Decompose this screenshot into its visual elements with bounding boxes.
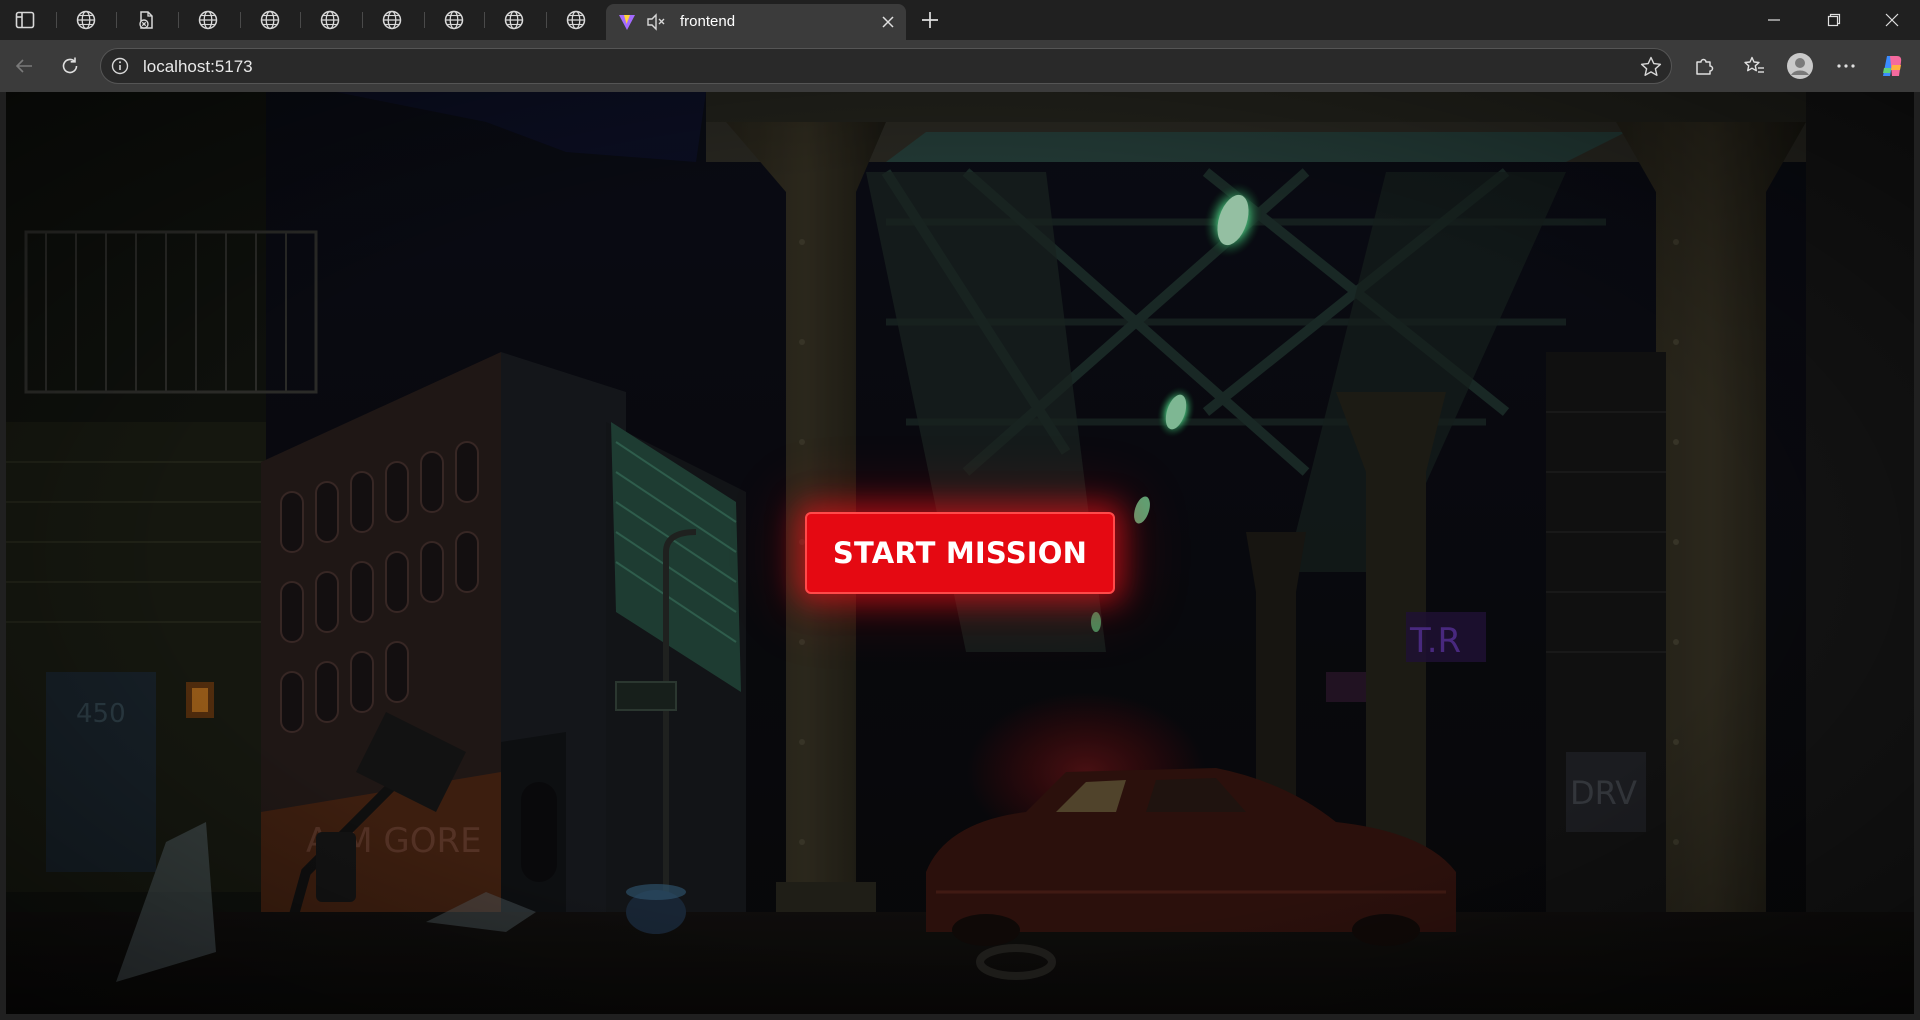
info-icon[interactable] (111, 57, 129, 75)
more-icon (1837, 64, 1855, 68)
pinned-tab[interactable] (186, 4, 230, 36)
pinned-tab[interactable] (432, 4, 476, 36)
new-tab-button[interactable] (915, 6, 945, 34)
back-button[interactable] (8, 50, 40, 82)
browser-toolbar: localhost:5173 (0, 40, 1920, 92)
refresh-icon (62, 57, 78, 74)
globe-icon (504, 10, 524, 30)
start-mission-button[interactable]: START MISSION (805, 512, 1115, 594)
tab-actions-icon[interactable] (12, 8, 38, 32)
pinned-tab[interactable] (370, 4, 414, 36)
profile-icon (1787, 53, 1813, 79)
copilot-icon (1883, 56, 1902, 76)
globe-icon (444, 10, 464, 30)
extensions-button[interactable] (1688, 50, 1720, 82)
close-icon (1885, 13, 1899, 27)
more-button[interactable] (1830, 50, 1862, 82)
minimize-icon (1768, 19, 1780, 21)
minimize-button[interactable] (1746, 0, 1802, 40)
plus-icon (922, 12, 938, 28)
globe-icon (198, 10, 218, 30)
close-tab-icon[interactable] (878, 12, 898, 32)
restore-icon (1827, 13, 1841, 27)
pinned-tab[interactable] (308, 4, 352, 36)
page-viewport: 450 ArM GORE (6, 92, 1914, 1014)
globe-icon (260, 10, 280, 30)
globe-icon (382, 10, 402, 30)
tab-title: frontend (680, 13, 736, 30)
document-error-icon (139, 11, 153, 29)
pinned-tab[interactable] (248, 4, 292, 36)
pinned-tab[interactable] (554, 4, 598, 36)
back-icon (15, 59, 32, 73)
restore-button[interactable] (1806, 0, 1862, 40)
globe-icon (76, 10, 96, 30)
favorites-button[interactable] (1738, 50, 1770, 82)
globe-icon (566, 10, 586, 30)
star-icon[interactable] (1639, 55, 1663, 79)
extensions-icon (1696, 58, 1714, 75)
address-bar[interactable]: localhost:5173 (100, 48, 1672, 84)
globe-icon (320, 10, 340, 30)
tab-strip: frontend (0, 0, 1920, 40)
vite-logo-icon (619, 15, 635, 30)
mute-icon[interactable] (646, 13, 666, 31)
profile-button[interactable] (1784, 50, 1816, 82)
copilot-button[interactable] (1876, 50, 1908, 82)
favorites-icon (1744, 56, 1764, 73)
pinned-tab[interactable] (64, 4, 108, 36)
refresh-button[interactable] (54, 50, 86, 82)
close-window-button[interactable] (1864, 0, 1920, 40)
pinned-tab[interactable] (492, 4, 536, 36)
url-text[interactable]: localhost:5173 (143, 57, 253, 77)
pinned-tab[interactable] (124, 4, 168, 36)
active-tab[interactable]: frontend (606, 4, 906, 40)
